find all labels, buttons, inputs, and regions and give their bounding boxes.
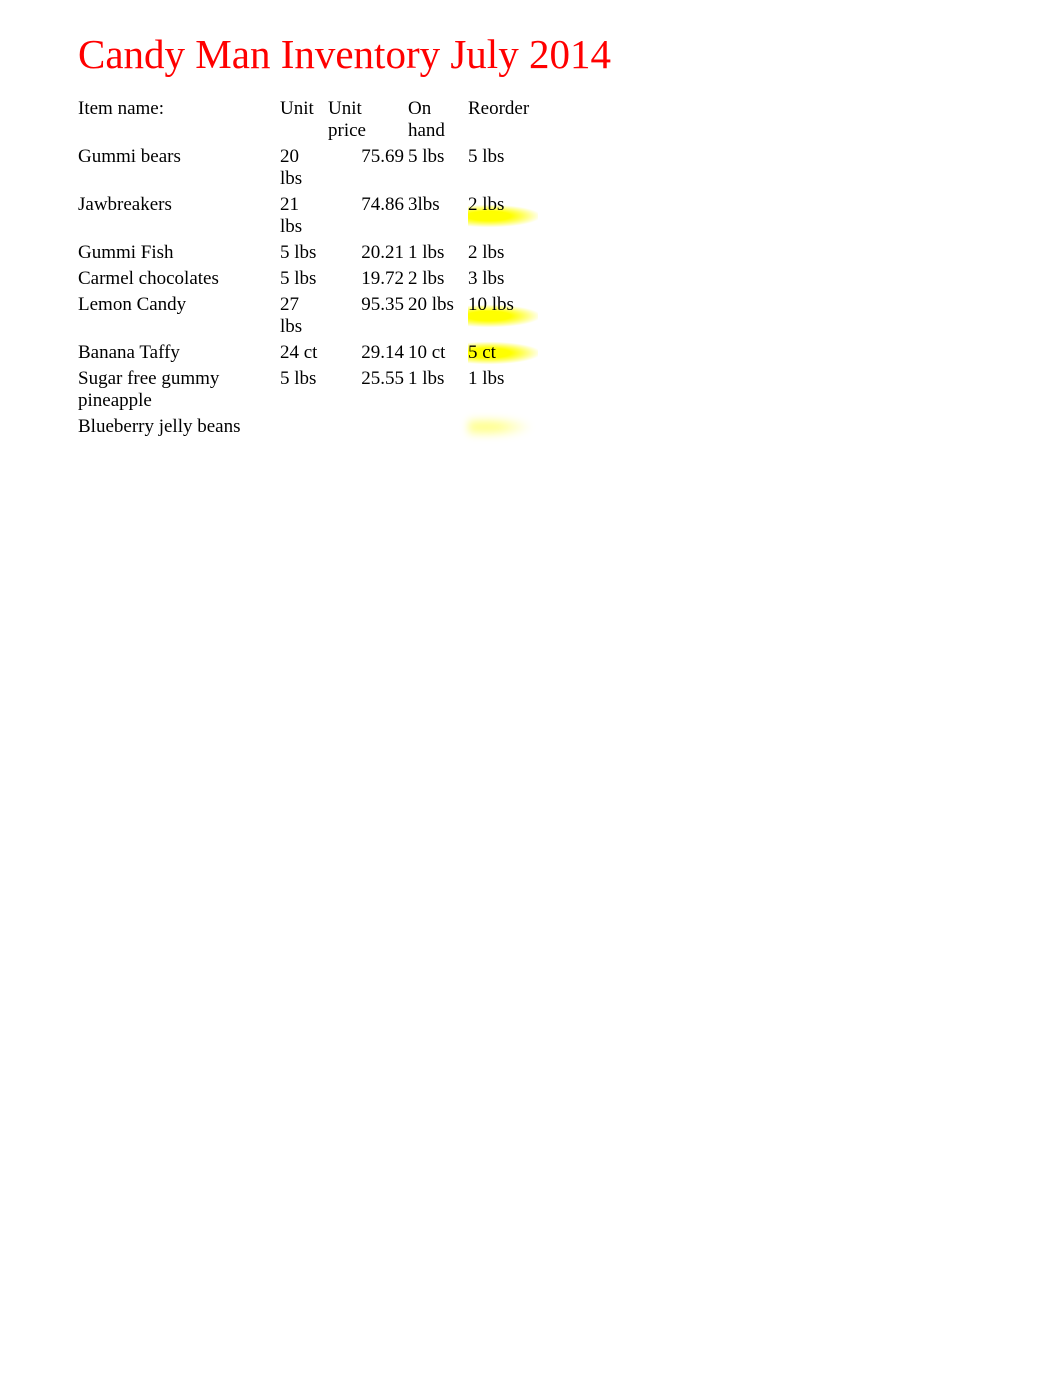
cell-item: Carmel chocolates — [78, 266, 280, 292]
cell-price: 95.35 — [328, 292, 408, 340]
table-body: Gummi bears20 lbs75.695 lbs5 lbsJawbreak… — [78, 144, 538, 440]
cell-onhand: 10 ct — [408, 340, 468, 366]
cell-price: 75.69 — [328, 144, 408, 192]
header-unit: Unit — [280, 96, 328, 144]
cell-onhand: 5 lbs — [408, 144, 468, 192]
inventory-table: Item name: Unit Unit price On hand Reord… — [78, 96, 538, 440]
page-title: Candy Man Inventory July 2014 — [78, 30, 1062, 78]
cell-reorder: 2 lbs — [468, 240, 538, 266]
cell-unit — [280, 414, 328, 440]
table-row: Sugar free gummy pineapple5 lbs25.551 lb… — [78, 366, 538, 414]
cell-item: Gummi Fish — [78, 240, 280, 266]
cell-onhand — [408, 414, 468, 440]
table-row: Carmel chocolates5 lbs19.722 lbs3 lbs — [78, 266, 538, 292]
cell-item: Jawbreakers — [78, 192, 280, 240]
table-row: Jawbreakers21 lbs74.863lbs2 lbs — [78, 192, 538, 240]
cell-reorder — [468, 414, 538, 440]
cell-unit: 20 lbs — [280, 144, 328, 192]
table-row: Lemon Candy27 lbs95.3520 lbs10 lbs — [78, 292, 538, 340]
cell-price: 20.21 — [328, 240, 408, 266]
header-reorder: Reorder — [468, 96, 538, 144]
cell-unit: 5 lbs — [280, 240, 328, 266]
cell-price: 29.14 — [328, 340, 408, 366]
header-price: Unit price — [328, 96, 408, 144]
cell-reorder: 10 lbs — [468, 292, 538, 340]
cell-onhand: 1 lbs — [408, 240, 468, 266]
cell-item: Gummi bears — [78, 144, 280, 192]
cell-item: Sugar free gummy pineapple — [78, 366, 280, 414]
cell-reorder: 1 lbs — [468, 366, 538, 414]
cell-unit: 24 ct — [280, 340, 328, 366]
table-row: Gummi bears20 lbs75.695 lbs5 lbs — [78, 144, 538, 192]
cell-onhand: 2 lbs — [408, 266, 468, 292]
cell-item: Banana Taffy — [78, 340, 280, 366]
cell-unit: 21 lbs — [280, 192, 328, 240]
cell-onhand: 3lbs — [408, 192, 468, 240]
header-onhand: On hand — [408, 96, 468, 144]
cell-price: 19.72 — [328, 266, 408, 292]
cell-reorder: 5 ct — [468, 340, 538, 366]
cell-item: Lemon Candy — [78, 292, 280, 340]
cell-reorder: 3 lbs — [468, 266, 538, 292]
cell-item: Blueberry jelly beans — [78, 414, 280, 440]
table-row: Banana Taffy24 ct29.1410 ct5 ct — [78, 340, 538, 366]
cell-onhand: 1 lbs — [408, 366, 468, 414]
cell-reorder: 2 lbs — [468, 192, 538, 240]
header-item: Item name: — [78, 96, 280, 144]
cell-price: 25.55 — [328, 366, 408, 414]
cell-unit: 5 lbs — [280, 266, 328, 292]
cell-reorder: 5 lbs — [468, 144, 538, 192]
cell-onhand: 20 lbs — [408, 292, 468, 340]
table-header-row: Item name: Unit Unit price On hand Reord… — [78, 96, 538, 144]
cell-price: 74.86 — [328, 192, 408, 240]
cell-unit: 27 lbs — [280, 292, 328, 340]
cell-price — [328, 414, 408, 440]
table-row: Gummi Fish5 lbs20.211 lbs2 lbs — [78, 240, 538, 266]
cell-unit: 5 lbs — [280, 366, 328, 414]
table-row: Blueberry jelly beans — [78, 414, 538, 440]
